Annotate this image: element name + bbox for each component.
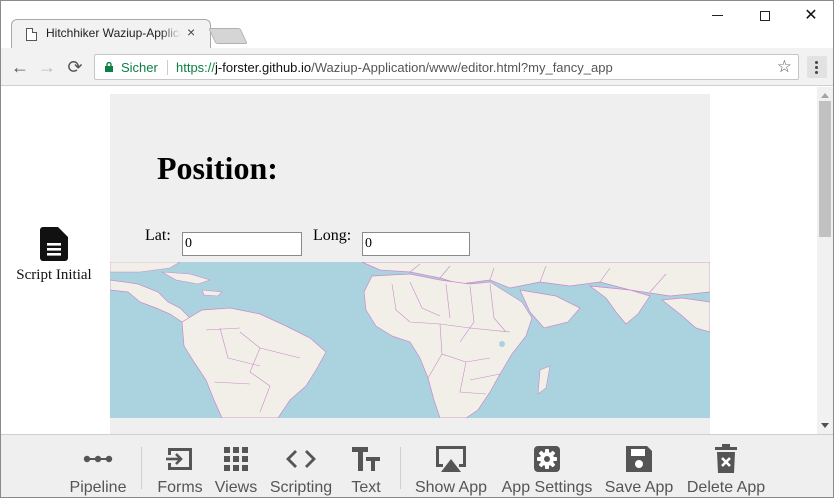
long-input[interactable]: 0 bbox=[362, 232, 470, 256]
back-button[interactable]: ← bbox=[9, 56, 31, 78]
show-app-icon bbox=[436, 446, 466, 472]
app-preview: Position: Lat: 0 Long: 0 bbox=[110, 94, 710, 434]
reload-icon: ⟳ bbox=[67, 57, 83, 77]
delete-icon bbox=[715, 444, 737, 473]
code-icon bbox=[286, 450, 316, 468]
dock-label: Scripting bbox=[269, 479, 333, 496]
dock-scripting[interactable]: Scripting bbox=[265, 435, 337, 497]
dock-label: App Settings bbox=[501, 479, 593, 496]
close-icon: ✕ bbox=[804, 7, 818, 24]
lat-label: Lat: bbox=[145, 227, 171, 244]
maximize-button[interactable] bbox=[742, 5, 788, 27]
save-icon bbox=[626, 446, 652, 472]
world-map[interactable] bbox=[110, 262, 710, 418]
lat-input[interactable]: 0 bbox=[182, 232, 302, 256]
dock-separator bbox=[141, 447, 142, 489]
page-favicon-icon bbox=[26, 28, 37, 41]
window-close-button[interactable]: ✕ bbox=[788, 5, 833, 27]
script-initial-item[interactable]: Script Initial bbox=[9, 227, 99, 284]
dock-delete-app[interactable]: Delete App bbox=[681, 435, 771, 497]
tab-strip: Hitchhiker Waziup-Application Editor × ✕ bbox=[1, 1, 833, 48]
arrow-right-icon: → bbox=[38, 57, 56, 77]
minimize-icon bbox=[711, 15, 723, 17]
views-grid-icon bbox=[224, 447, 248, 471]
page-viewport: Script Initial Position: Lat: 0 Long: 0 bbox=[1, 87, 817, 434]
dock-label: Show App bbox=[414, 479, 488, 496]
secure-label: Sicher bbox=[121, 60, 158, 75]
scroll-down-icon[interactable] bbox=[821, 423, 829, 428]
tab-close-icon[interactable]: × bbox=[187, 24, 195, 40]
minimize-button[interactable] bbox=[694, 5, 740, 27]
dock-label: Forms bbox=[157, 479, 203, 496]
dock-separator bbox=[400, 447, 401, 489]
menu-dot bbox=[815, 66, 818, 69]
dock-app-settings[interactable]: App Settings bbox=[497, 435, 597, 497]
long-label: Long: bbox=[313, 227, 352, 244]
address-divider bbox=[167, 60, 168, 75]
editor-dock: Pipeline Forms Views Scripting Text Show… bbox=[1, 434, 833, 497]
file-text-icon bbox=[40, 227, 68, 261]
browser-tab[interactable]: Hitchhiker Waziup-Application Editor × bbox=[11, 19, 211, 48]
url-host: j-forster.github.io bbox=[215, 60, 312, 75]
browser-toolbar: ← → ⟳ Sicher https://j-forster.github.io… bbox=[1, 48, 833, 86]
settings-icon bbox=[534, 446, 560, 472]
scroll-thumb[interactable] bbox=[819, 101, 831, 237]
position-heading: Position: bbox=[157, 150, 278, 186]
scroll-up-icon[interactable] bbox=[821, 93, 829, 98]
arrow-left-icon: ← bbox=[11, 57, 29, 77]
dock-label: Text bbox=[351, 479, 381, 496]
bookmark-star-icon[interactable]: ☆ bbox=[777, 57, 792, 77]
vertical-scrollbar[interactable] bbox=[817, 87, 833, 434]
url-path: /Waziup-Application/www/editor.html?my_f… bbox=[311, 60, 613, 75]
dock-text[interactable]: Text bbox=[341, 435, 391, 497]
dock-pipeline[interactable]: Pipeline bbox=[63, 435, 133, 497]
map-tiles bbox=[110, 262, 710, 418]
new-tab-button[interactable] bbox=[208, 28, 248, 44]
dock-views[interactable]: Views bbox=[211, 435, 261, 497]
text-icon bbox=[352, 447, 380, 471]
lock-icon bbox=[105, 62, 113, 72]
dock-label: Save App bbox=[604, 479, 674, 496]
forward-button[interactable]: → bbox=[36, 56, 58, 78]
forms-icon bbox=[166, 448, 192, 470]
pipeline-icon bbox=[83, 455, 113, 463]
tab-title: Hitchhiker Waziup-Application Editor bbox=[46, 26, 181, 40]
script-label: Script Initial bbox=[16, 267, 92, 283]
dock-show-app[interactable]: Show App bbox=[411, 435, 491, 497]
reload-button[interactable]: ⟳ bbox=[64, 56, 86, 78]
dock-forms[interactable]: Forms bbox=[151, 435, 209, 497]
browser-window: Hitchhiker Waziup-Application Editor × ✕… bbox=[0, 0, 834, 498]
maximize-icon bbox=[760, 10, 770, 21]
url-scheme: https:// bbox=[176, 60, 216, 75]
address-bar[interactable]: Sicher https://j-forster.github.io/Waziu… bbox=[94, 54, 799, 80]
url-text: https://j-forster.github.io/Waziup-Appli… bbox=[176, 60, 613, 75]
menu-dot bbox=[815, 61, 818, 64]
menu-dot bbox=[815, 71, 818, 74]
browser-menu-button[interactable] bbox=[807, 56, 827, 78]
dock-label: Delete App bbox=[686, 479, 766, 496]
dock-label: Pipeline bbox=[69, 479, 127, 496]
dock-label: Views bbox=[214, 479, 258, 496]
dock-save-app[interactable]: Save App bbox=[603, 435, 675, 497]
